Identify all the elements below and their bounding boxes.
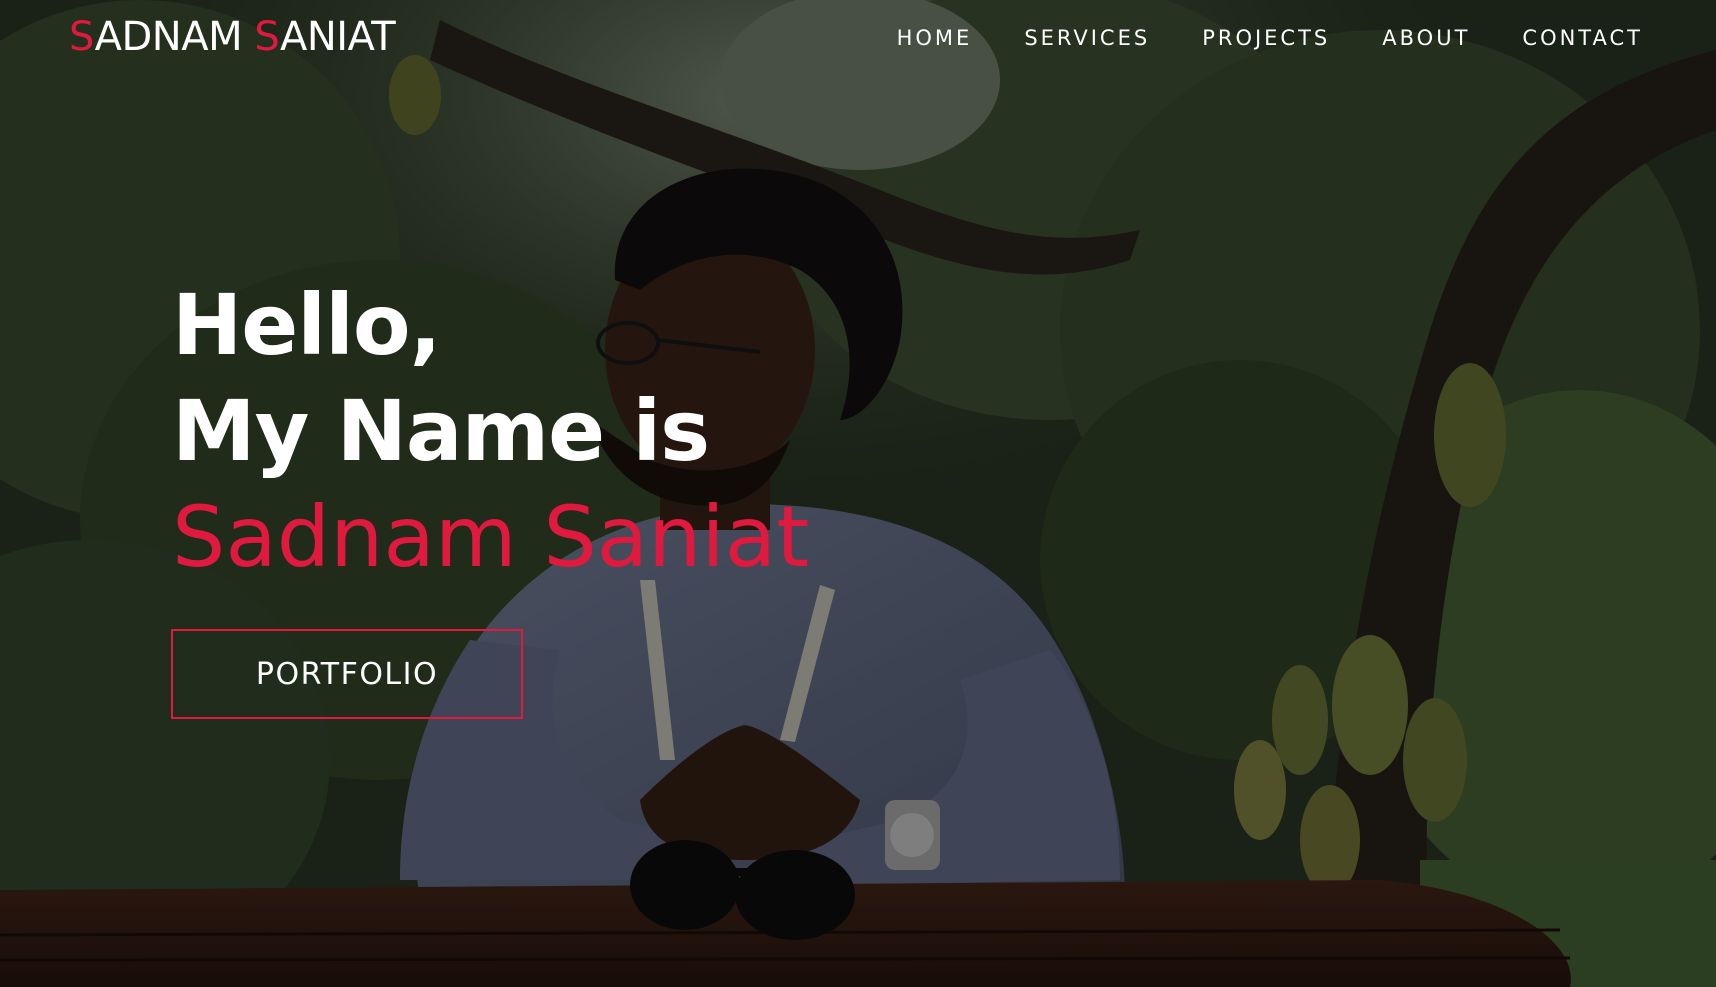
brand-name-1: ADNAM [94, 14, 255, 60]
brand-initial-1: S [69, 14, 95, 60]
nav-item-about[interactable]: ABOUT [1382, 26, 1470, 50]
nav-item-services[interactable]: SERVICES [1024, 26, 1150, 50]
top-navbar: SADNAM SANIAT HOME SERVICES PROJECTS ABO… [0, 0, 1716, 80]
hero-name: Sadnam Saniat [172, 488, 810, 586]
brand-name-2: ANIAT [279, 14, 396, 60]
nav-item-projects[interactable]: PROJECTS [1202, 26, 1330, 50]
hero-intro: Hello, My Name is Sadnam Saniat [172, 272, 809, 590]
brand-logo[interactable]: SADNAM SANIAT [69, 14, 396, 60]
hero-intro-line: My Name is [172, 382, 710, 480]
nav-item-contact[interactable]: CONTACT [1522, 26, 1643, 50]
nav-item-home[interactable]: HOME [897, 26, 973, 50]
hero-section: SADNAM SANIAT HOME SERVICES PROJECTS ABO… [0, 0, 1716, 987]
brand-initial-2: S [254, 14, 280, 60]
portfolio-button[interactable]: PORTFOLIO [171, 629, 523, 719]
hero-greeting: Hello, [172, 276, 441, 374]
nav-menu: HOME SERVICES PROJECTS ABOUT CONTACT [845, 26, 1643, 50]
